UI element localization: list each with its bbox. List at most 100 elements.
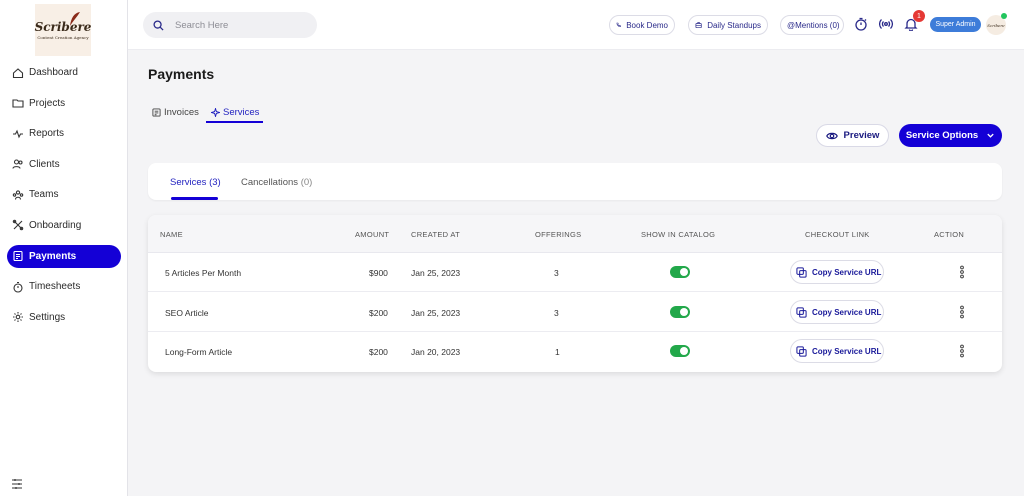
tab-services-label: Services [223,106,260,118]
online-status-dot [1001,13,1007,19]
sidebar-item-timesheets[interactable]: Timesheets [7,275,121,298]
sidebar-item-dashboard[interactable]: Dashboard [7,61,121,84]
more-actions-icon[interactable] [958,265,966,279]
copy-service-url-button[interactable]: Copy Service URL [790,339,884,363]
service-created-at: Jan 25, 2023 [411,268,461,278]
tab-invoices[interactable]: Invoices [152,101,199,123]
sidebar-item-label: Dashboard [29,67,78,78]
role-badge[interactable]: Super Admin [930,17,981,32]
tab-invoices-label: Invoices [164,106,199,118]
column-header-checkout-link[interactable]: CHECKOUT LINK [805,230,870,239]
broadcast-button[interactable] [878,15,894,33]
show-in-catalog-toggle[interactable] [670,306,690,318]
eye-icon [825,132,838,139]
show-in-catalog-toggle[interactable] [670,266,690,278]
sidebar-item-teams[interactable]: Teams [7,183,121,206]
service-name[interactable]: Long-Form Article [165,347,232,357]
column-header-created-at[interactable]: CREATED AT [411,230,460,239]
collapse-sidebar-icon[interactable] [11,478,23,490]
active-tab-indicator [206,121,263,123]
sidebar-item-onboarding[interactable]: Onboarding [7,214,121,237]
timer-icon [855,17,867,31]
column-header-action[interactable]: ACTION [934,230,964,239]
column-header-amount[interactable]: AMOUNT [355,230,389,239]
sidebar-item-settings[interactable]: Settings [7,306,121,329]
mentions-label: @Mentions (0) [787,20,840,30]
mentions-button[interactable]: @Mentions (0) [780,15,844,35]
service-amount: $900 [369,268,388,278]
users-icon [12,159,23,169]
sidebar-item-label: Clients [29,158,60,170]
tab-services[interactable]: Services [211,101,259,123]
more-actions-icon[interactable] [958,344,966,358]
sidebar-item-label: Onboarding [29,219,82,231]
subtab-services[interactable]: Services (3) [170,177,221,188]
copy-service-url-button[interactable]: Copy Service URL [790,300,884,324]
services-table: NAME AMOUNT CREATED AT OFFERINGS SHOW IN… [148,215,1002,372]
column-header-offerings[interactable]: OFFERINGS [535,230,581,239]
sidebar-item-label: Reports [29,128,65,140]
service-offerings: 1 [555,347,560,357]
sidebar-item-label: Payments [29,250,77,262]
search-placeholder: Search Here [175,19,229,31]
receipt-icon [13,251,23,262]
brand-logo[interactable]: Scribere Content Creation Agency [35,4,91,56]
briefcase-icon [695,22,702,29]
copy-service-url-label: Copy Service URL [812,307,882,317]
daily-standups-label: Daily Standups [707,20,761,30]
sparkle-icon [211,107,220,117]
broadcast-icon [879,19,893,29]
activity-icon [13,129,23,139]
gear-icon [13,312,23,323]
sidebar-item-payments[interactable]: Payments [7,244,121,268]
copy-service-url-button[interactable]: Copy Service URL [790,260,884,284]
more-actions-icon[interactable] [958,305,966,319]
subtab-count: (3) [209,177,221,188]
preview-button[interactable]: Preview [816,124,889,147]
service-amount: $200 [369,347,388,357]
service-name[interactable]: 5 Articles Per Month [165,268,241,278]
subtab-label: Cancellations [241,177,299,188]
sidebar-item-projects[interactable]: Projects [7,92,121,115]
team-icon [12,190,24,200]
copy-icon [796,266,807,278]
copy-icon [796,345,807,357]
show-in-catalog-toggle[interactable] [670,345,690,357]
timer-button[interactable] [853,15,869,33]
service-created-at: Jan 20, 2023 [411,347,461,357]
sidebar-nav: Dashboard Projects Reports Clients Teams… [0,61,128,336]
subtab-cancellations[interactable]: Cancellations (0) [241,177,312,188]
subtab-count: (0) [300,177,313,188]
sidebar-item-reports[interactable]: Reports [7,122,121,145]
page-title: Payments [148,66,215,82]
copy-service-url-label: Copy Service URL [812,267,882,277]
sidebar-item-label: Timesheets [29,281,81,293]
sidebar-item-label: Settings [29,311,66,323]
service-options-button[interactable]: Service Options [899,124,1002,147]
preview-label: Preview [843,130,880,141]
notification-count-badge: 1 [913,10,925,22]
service-created-at: Jan 25, 2023 [411,308,461,318]
active-subtab-indicator [171,197,218,200]
sidebar-item-clients[interactable]: Clients [7,153,121,176]
column-header-name[interactable]: NAME [160,230,183,239]
service-amount: $200 [369,308,388,318]
daily-standups-button[interactable]: Daily Standups [688,15,768,35]
tools-icon [12,220,24,231]
brand-name: Scribere [34,20,92,34]
subtab-label: Services [170,177,207,188]
search-input[interactable]: Search Here [143,12,317,38]
book-demo-button[interactable]: Book Demo [609,15,675,35]
table-row: 5 Articles Per Month $900 Jan 25, 2023 3… [148,253,1002,292]
chevron-down-icon [987,133,994,138]
service-options-label: Service Options [905,130,979,141]
sidebar: Scribere Content Creation Agency Dashboa… [0,0,128,496]
column-header-show-in-catalog[interactable]: SHOW IN CATALOG [641,230,715,239]
feather-icon [70,12,80,26]
service-offerings: 3 [554,268,559,278]
search-icon [153,19,164,31]
copy-icon [796,306,807,318]
service-name[interactable]: SEO Article [165,308,208,318]
sidebar-item-label: Teams [29,189,59,201]
subtab-bar: Services (3) Cancellations (0) [148,163,1002,200]
